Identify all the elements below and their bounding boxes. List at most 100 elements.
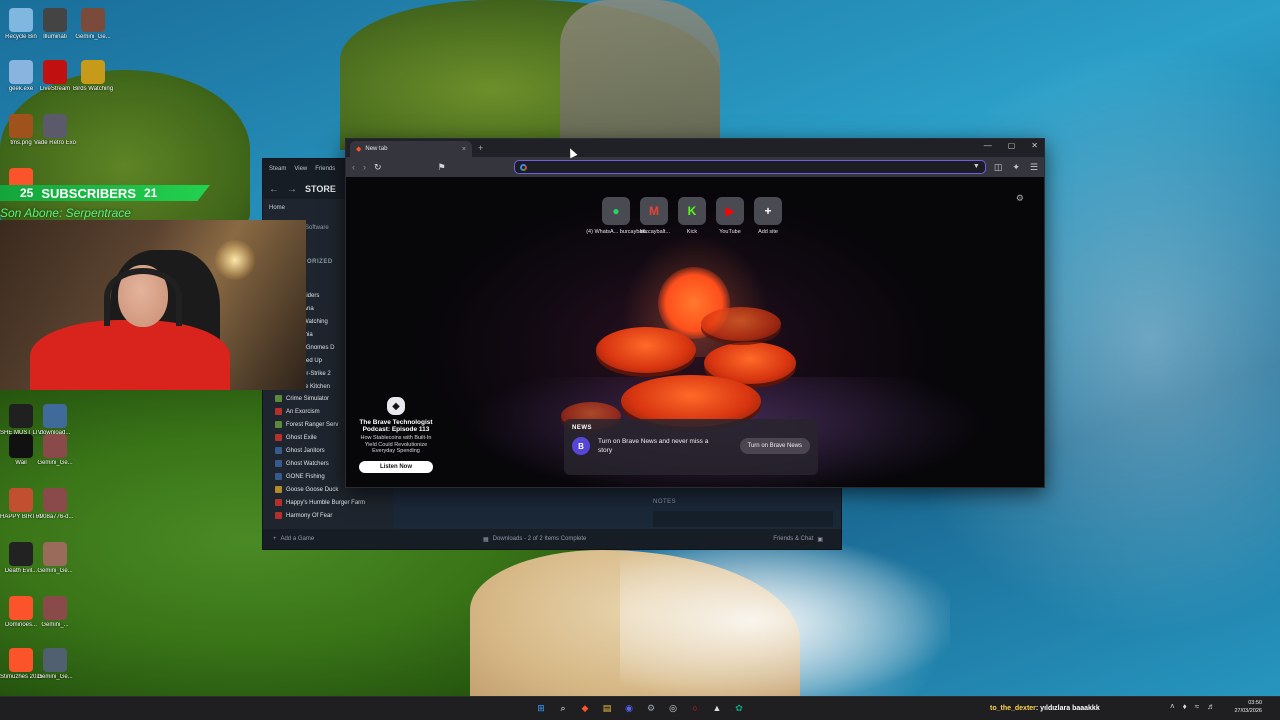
- wallpaper-surf: [620, 540, 950, 700]
- url-input[interactable]: [530, 163, 951, 171]
- tab-title: New tab: [365, 146, 388, 152]
- taskbar-clock[interactable]: 03:50 27/03/2026: [1226, 699, 1262, 715]
- steam-notes-header: NOTES: [653, 499, 677, 505]
- back-icon[interactable]: ‹: [352, 162, 355, 172]
- chatgpt-icon[interactable]: ✿: [731, 700, 747, 716]
- steam-notes-box[interactable]: [653, 511, 833, 527]
- top-site-label: Kick: [686, 229, 698, 235]
- top-site-tile[interactable]: Mburcaybalt...: [639, 197, 670, 235]
- desktop-icon[interactable]: Vade Retro Exorcist: [34, 114, 76, 147]
- top-site-tile[interactable]: ▶ YouTube: [715, 197, 745, 235]
- steam-footer: + Add a Game ▦ Downloads - 2 of 2 Items Co…: [263, 529, 841, 549]
- top-site-tile[interactable]: + Add site: [753, 197, 783, 235]
- steam-game-name: GONE Fishing: [286, 473, 325, 480]
- maximize-icon[interactable]: ▢: [1008, 141, 1016, 150]
- game-icon: [275, 408, 282, 415]
- sponsored-podcast-card[interactable]: ◆ The Brave Technologist Podcast: Episod…: [356, 397, 436, 473]
- brave-shields-icon[interactable]: ▼: [973, 163, 980, 170]
- desktop-icon[interactable]: download...: [34, 404, 76, 437]
- tab-new-tab[interactable]: ◆ New tab ×: [350, 141, 472, 157]
- obs-icon[interactable]: ◎: [665, 700, 681, 716]
- sidebar-icon[interactable]: ◫: [994, 162, 1003, 173]
- listen-now-button[interactable]: Listen Now: [359, 460, 433, 473]
- desktop-icon[interactable]: Gemini_Ge...: [34, 542, 76, 575]
- steam-menu-view[interactable]: View: [294, 166, 307, 172]
- address-bar[interactable]: ▼: [513, 160, 986, 174]
- top-site-tile[interactable]: K Kick: [677, 197, 707, 235]
- steam-game-name: Forest Ranger Serv: [286, 421, 339, 428]
- steam-menu-steam[interactable]: Steam: [269, 166, 286, 172]
- desktop-icon-label: Birds Watching: [72, 86, 114, 92]
- chat-message: to_the_dexter: yıldızlara baaakkk: [990, 705, 1100, 712]
- desktop-icon[interactable]: Illuminati: [34, 8, 76, 41]
- epic-icon[interactable]: ▲: [709, 700, 725, 716]
- wallpaper-rock-face: [560, 0, 720, 150]
- podcast-description: How Stablecoins with Built-In Yield Coul…: [360, 435, 432, 454]
- system-tray: ˄ ♦ ≈ ♬: [1170, 702, 1215, 711]
- steam-icon[interactable]: ⚙: [643, 700, 659, 716]
- forward-icon[interactable]: ›: [363, 162, 366, 172]
- turn-on-brave-news-button[interactable]: Turn on Brave News: [739, 438, 810, 454]
- desktop-icon[interactable]: Gemini_...: [34, 596, 76, 629]
- game-icon: [9, 542, 33, 566]
- steam-downloads-button[interactable]: ▦ Downloads - 2 of 2 Items Complete: [483, 536, 773, 543]
- brave-browser-window[interactable]: ◆ New tab × + — ▢ ✕ ‹ › ↻ ⚑ ▼ ◫ ✦ ☰ ● (4…: [345, 138, 1045, 488]
- close-tab-icon[interactable]: ×: [462, 146, 466, 153]
- brave-icon: [9, 648, 33, 672]
- image-thumb-icon: [9, 114, 33, 138]
- steam-add-game-button[interactable]: + Add a Game: [263, 536, 483, 542]
- steam-forward-icon[interactable]: →: [287, 184, 297, 195]
- bookmark-icon[interactable]: ⚑: [438, 162, 446, 173]
- steam-menu-friends[interactable]: Friends: [315, 166, 335, 172]
- desktop-icon[interactable]: Gemini_Ge...: [34, 648, 76, 681]
- desktop-icon-label: Gemini_Ge...: [75, 34, 111, 40]
- menu-icon[interactable]: ☰: [1030, 162, 1038, 173]
- background-coin: [701, 307, 781, 341]
- file-explorer-icon[interactable]: ▤: [599, 700, 615, 716]
- game-icon: [275, 447, 282, 454]
- steam-friends-chat-button[interactable]: Friends & Chat ▣: [773, 536, 841, 543]
- desktop-icon-label: Gemini_Ge...: [37, 568, 73, 574]
- new-tab-button[interactable]: +: [478, 143, 483, 153]
- opera-icon[interactable]: ○: [687, 700, 703, 716]
- chat-username: to_the_dexter: [990, 705, 1036, 712]
- top-site-tile[interactable]: ● (4) WhatsA... burcaybalt...: [586, 197, 650, 235]
- desktop-icon[interactable]: Gemini_Ge...: [34, 434, 76, 467]
- desktop-icon[interactable]: Gemini_Ge...: [72, 8, 114, 41]
- steam-game-name: An Exorcism: [286, 408, 320, 415]
- minimize-icon[interactable]: —: [984, 141, 992, 150]
- desktop-icon[interactable]: Birds Watching: [72, 60, 114, 93]
- tray-wifi-icon[interactable]: ≈: [1195, 702, 1199, 711]
- image-thumb-icon: [9, 488, 33, 512]
- search-icon[interactable]: ⌕: [555, 700, 571, 716]
- windows-start-icon[interactable]: ⊞: [533, 700, 549, 716]
- steam-game-row[interactable]: Happy's Humble Burger Farm: [275, 496, 393, 509]
- steam-store-tab[interactable]: STORE: [305, 184, 336, 194]
- customize-gear-icon[interactable]: ⚙: [1016, 193, 1024, 204]
- steam-back-icon[interactable]: ←: [269, 184, 279, 195]
- brave-icon[interactable]: ◆: [577, 700, 593, 716]
- live-stream-icon: [43, 60, 67, 84]
- desktop-icon-label: LiveStream: [39, 86, 71, 92]
- desktop-icon-label: Vade Retro Exorcist: [34, 140, 76, 146]
- tray-bell-icon[interactable]: ♦: [1183, 702, 1187, 711]
- desktop-icon[interactable]: 7908a776-d...: [34, 488, 76, 521]
- reload-icon[interactable]: ↻: [374, 162, 382, 173]
- add-game-label: Add a Game: [280, 536, 315, 542]
- close-window-icon[interactable]: ✕: [1031, 141, 1038, 150]
- desktop-icon[interactable]: LiveStream: [34, 60, 76, 93]
- tray-chevron-icon[interactable]: ˄: [1170, 702, 1175, 711]
- image-thumb-icon: [43, 404, 67, 428]
- tray-volume-icon[interactable]: ♬: [1207, 702, 1215, 711]
- desktop-icon-label: Gemini_...: [41, 622, 69, 628]
- kick-icon: K: [678, 197, 706, 225]
- download-icon: ▦: [483, 536, 489, 543]
- google-icon: [519, 163, 527, 171]
- discord-icon[interactable]: ◉: [621, 700, 637, 716]
- subscribers-label: SUBSCRIBERS: [41, 185, 136, 201]
- leo-ai-icon[interactable]: ✦: [1012, 162, 1020, 173]
- steam-game-row[interactable]: Harmony Of Fear: [275, 509, 393, 522]
- friends-label: Friends & Chat: [773, 536, 814, 542]
- image-thumb-icon: [43, 488, 67, 512]
- add-site-icon: +: [754, 197, 782, 225]
